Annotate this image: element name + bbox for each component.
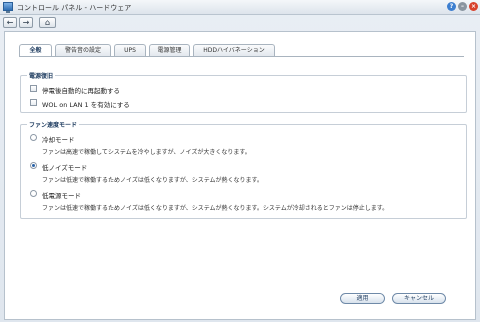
low-power-mode-label: 低電源モード	[42, 192, 81, 200]
navigation-toolbar: ← → ⌂	[0, 15, 480, 29]
restart-checkbox[interactable]	[30, 85, 37, 92]
tab-divider	[19, 56, 464, 57]
tab-ups[interactable]: UPS	[114, 44, 146, 56]
fan-speed-mode-title: ファン速度モード	[27, 120, 80, 129]
title-bar: コントロール パネル - ハードウェア ? – ×	[0, 0, 480, 15]
window-title: コントロール パネル - ハードウェア	[17, 4, 132, 12]
restart-label: 停電後自動的に再起動する	[42, 87, 120, 95]
control-panel-window: コントロール パネル - ハードウェア ? – × ← → ⌂ 全般 警告音の設…	[0, 0, 480, 322]
tab-general[interactable]: 全般	[19, 44, 52, 56]
low-noise-mode-label: 低ノイズモード	[42, 164, 88, 172]
power-recovery-title: 電源復旧	[27, 71, 56, 80]
back-button[interactable]: ←	[3, 17, 17, 28]
tab-power-management[interactable]: 電源管理	[149, 44, 190, 56]
power-recovery-group: 電源復旧 停電後自動的に再起動する WOL on LAN 1 を有効にする	[20, 71, 467, 113]
wol-checkbox[interactable]	[30, 99, 37, 106]
forward-button[interactable]: →	[19, 17, 33, 28]
low-power-mode-radio[interactable]	[30, 190, 37, 197]
settings-panel: 全般 警告音の設定 UPS 電源管理 HDDハイバネーション 電源復旧 停電後自…	[4, 31, 476, 320]
tab-hdd-hibernation[interactable]: HDDハイバネーション	[193, 44, 275, 56]
close-icon[interactable]: ×	[469, 2, 478, 11]
wol-label: WOL on LAN 1 を有効にする	[42, 101, 130, 109]
low-noise-mode-description: ファンは低速で稼働するためノイズは低くなりますが、システムが熱くなります。	[42, 177, 263, 184]
cancel-button[interactable]: キャンセル	[392, 293, 446, 304]
apply-button[interactable]: 適用	[340, 293, 385, 304]
help-icon[interactable]: ?	[447, 2, 456, 11]
monitor-icon	[3, 2, 13, 13]
fan-speed-mode-group: ファン速度モード 冷却モード ファンは高速で稼働してシステムを冷やしますが、ノイ…	[20, 120, 467, 219]
cooling-mode-description: ファンは高速で稼働してシステムを冷やしますが、ノイズが大きくなります。	[42, 149, 251, 156]
low-power-mode-description: ファンは低速で稼働するためノイズは低くなりますが、システムが熱くなります。システ…	[42, 205, 389, 212]
home-button[interactable]: ⌂	[39, 17, 56, 28]
minimize-icon[interactable]: –	[458, 2, 467, 11]
low-noise-mode-radio[interactable]	[30, 162, 37, 169]
cooling-mode-radio[interactable]	[30, 134, 37, 141]
cooling-mode-label: 冷却モード	[42, 136, 75, 144]
tab-beep-settings[interactable]: 警告音の設定	[55, 44, 111, 56]
